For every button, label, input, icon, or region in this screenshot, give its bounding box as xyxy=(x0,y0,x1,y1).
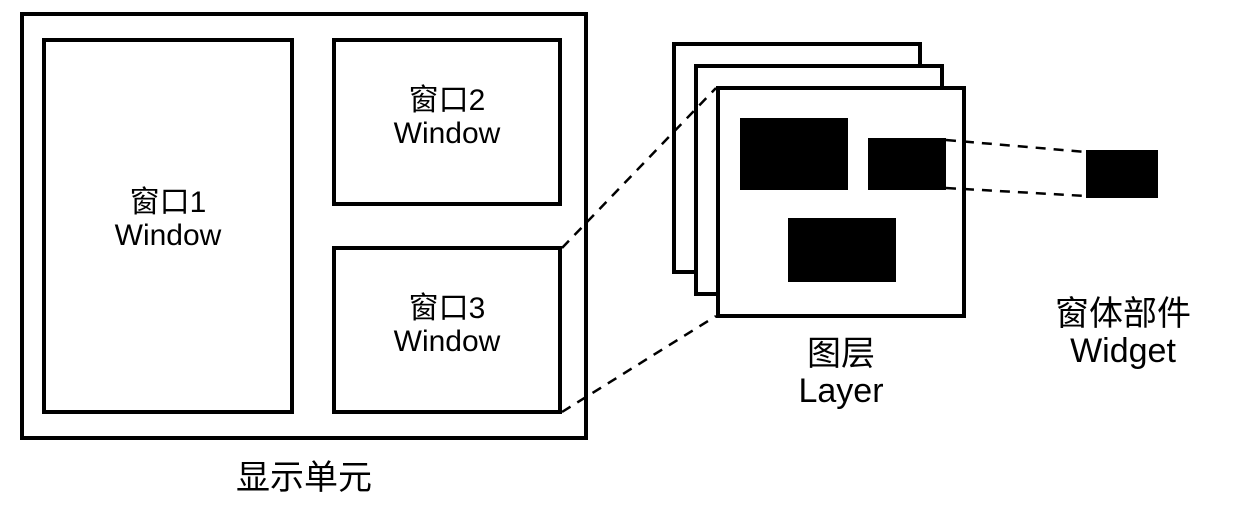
layer-rect-3 xyxy=(788,218,896,282)
widget-caption-cn: 窗体部件 xyxy=(1018,296,1228,333)
window-2-en: Window xyxy=(332,117,562,150)
widget-rect xyxy=(1086,150,1158,198)
window-3-label: 窗口3 Window xyxy=(332,292,562,358)
layer-caption-en: Layer xyxy=(716,373,966,410)
layer-caption-cn: 图层 xyxy=(716,336,966,373)
layer-rect-2 xyxy=(868,138,946,190)
window-1-en: Window xyxy=(42,219,294,252)
window-2-label: 窗口2 Window xyxy=(332,84,562,150)
display-unit-caption: 显示单元 xyxy=(20,450,588,499)
window-3-en: Window xyxy=(332,325,562,358)
layer-rect-1 xyxy=(740,118,848,190)
window-1-cn: 窗口1 xyxy=(42,186,294,219)
window-3-cn: 窗口3 xyxy=(332,292,562,325)
window-2-cn: 窗口2 xyxy=(332,84,562,117)
widget-caption: 窗体部件 Widget xyxy=(1018,296,1228,371)
widget-caption-en: Widget xyxy=(1018,333,1228,370)
layer-caption: 图层 Layer xyxy=(716,336,966,411)
diagram-canvas: 窗口1 Window 窗口2 Window 窗口3 Window 显示单元 图层… xyxy=(0,0,1240,517)
window-1-label: 窗口1 Window xyxy=(42,186,294,252)
